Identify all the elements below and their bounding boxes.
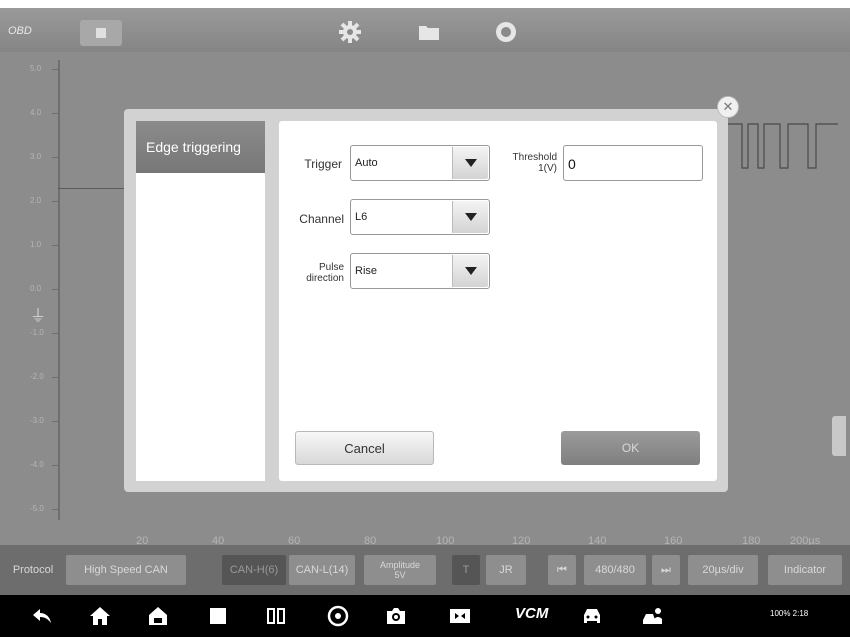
amplitude-button[interactable]: Amplitude 5V	[364, 555, 436, 585]
folder-icon[interactable]	[417, 20, 441, 44]
trigger-label: Trigger	[304, 157, 342, 171]
status-bar-text: 100% 2:18	[770, 609, 809, 618]
pulse-label-line1: Pulse	[318, 262, 344, 273]
top-toolbar: OBD	[0, 8, 850, 52]
threshold-label-line1: Threshold	[512, 152, 557, 163]
time-division-button[interactable]: 20µs/div	[688, 555, 758, 585]
y-tick-label: -1.0	[30, 328, 58, 337]
trigger-value: Auto	[355, 157, 378, 169]
autel-home-icon[interactable]	[146, 604, 170, 628]
pulse-direction-select[interactable]: Rise	[350, 253, 490, 289]
pulse-direction-label: Pulse direction	[288, 262, 344, 284]
trigger-mode-menu	[136, 121, 265, 481]
threshold-label-line2: 1(V)	[538, 163, 557, 174]
home-icon[interactable]	[88, 604, 112, 628]
can-low-button[interactable]: CAN-L(14)	[289, 555, 355, 585]
y-tick-label: 1.0	[30, 240, 58, 249]
camera-icon[interactable]	[384, 604, 408, 628]
scope-control-bar: Protocol High Speed CAN CAN-H(6) CAN-L(1…	[0, 545, 850, 595]
close-icon[interactable]: ✕	[717, 96, 739, 118]
y-tick-label: -2.0	[30, 372, 58, 381]
browser-icon[interactable]	[326, 604, 350, 628]
y-tick-label: -4.0	[30, 460, 58, 469]
stop-button[interactable]	[80, 20, 122, 46]
can-high-button[interactable]: CAN-H(6)	[222, 555, 286, 585]
y-tick-label: 5.0	[30, 64, 58, 73]
channel-select[interactable]: L6	[350, 199, 490, 235]
y-tick-label: 4.0	[30, 108, 58, 117]
y-tick-label: 2.0	[30, 196, 58, 205]
back-icon[interactable]	[30, 604, 54, 628]
channel-value: L6	[355, 211, 368, 223]
menu-item-edge-triggering[interactable]: Edge triggering	[136, 121, 265, 173]
first-page-icon[interactable]: ⏮	[548, 555, 576, 585]
system-navigation-bar: VCM 100% 2:18	[0, 595, 850, 637]
channel-label: Channel	[299, 212, 344, 226]
y-tick-label: -5.0	[30, 504, 58, 513]
signal-trace-right	[728, 123, 838, 169]
ground-marker-icon[interactable]: ⏚	[30, 302, 46, 326]
trigger-mode-button[interactable]: T	[452, 555, 480, 585]
multi-window-icon[interactable]	[264, 604, 288, 628]
pulse-direction-value: Rise	[355, 265, 378, 277]
y-tick-label: -3.0	[30, 416, 58, 425]
ok-button[interactable]: OK	[561, 431, 700, 465]
amplitude-value: 5V	[394, 570, 406, 580]
vci-status-icon[interactable]: VCM	[515, 605, 548, 622]
chevron-down-icon[interactable]	[452, 201, 488, 233]
page-counter: 480/480	[584, 555, 646, 585]
vehicle-icon[interactable]	[580, 604, 604, 628]
remote-expert-icon[interactable]	[640, 604, 664, 628]
signal-trace-left	[58, 188, 134, 189]
obd-label: OBD	[8, 25, 32, 37]
last-page-icon[interactable]: ⏭	[652, 555, 680, 585]
recent-apps-icon[interactable]	[206, 604, 230, 628]
y-tick-label: 0.0	[30, 284, 58, 293]
y-axis	[58, 60, 60, 520]
protocol-select[interactable]: High Speed CAN	[66, 555, 186, 585]
threshold-input[interactable]: 0	[563, 145, 703, 181]
trigger-select[interactable]: Auto	[350, 145, 490, 181]
amplitude-label: Amplitude	[379, 560, 421, 570]
cancel-button[interactable]: Cancel	[295, 431, 434, 465]
pulse-label-line2: direction	[306, 273, 344, 284]
protocol-label: Protocol	[12, 564, 54, 576]
gear-icon[interactable]	[338, 20, 362, 44]
help-icon[interactable]	[494, 20, 518, 44]
chevron-down-icon[interactable]	[452, 147, 488, 179]
chevron-down-icon[interactable]	[452, 255, 488, 287]
jr-button[interactable]: JR	[486, 555, 526, 585]
indicator-button[interactable]: Indicator	[768, 555, 842, 585]
display-mirror-icon[interactable]	[448, 604, 472, 628]
threshold-label: Threshold 1(V)	[495, 152, 557, 174]
y-tick-label: 3.0	[30, 152, 58, 161]
side-panel-handle[interactable]	[832, 416, 846, 456]
